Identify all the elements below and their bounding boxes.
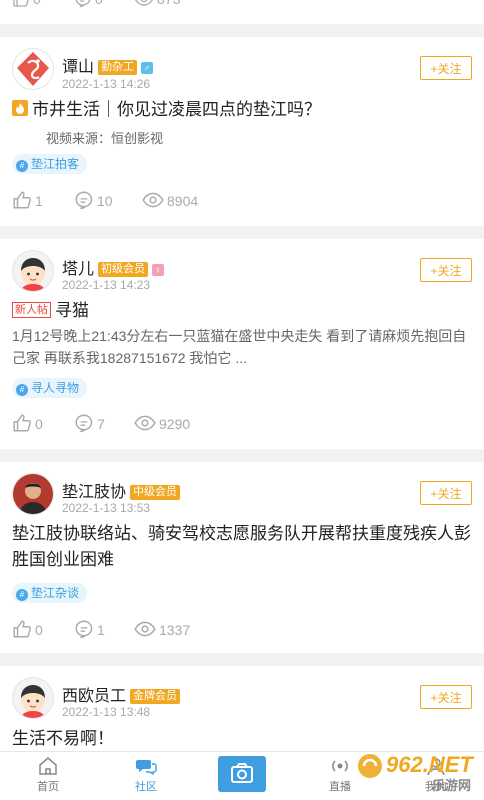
- chat-bubbles-icon: [136, 760, 157, 776]
- fire-icon: [12, 100, 28, 116]
- thumbs-up-icon: [13, 191, 31, 209]
- member-badge: 勤杂工: [98, 60, 138, 75]
- site-watermark: 962.NET 乐游网: [356, 746, 480, 794]
- post-date: 2022-1-13 13:48: [62, 705, 151, 719]
- comment-icon: [75, 414, 93, 433]
- camera-button[interactable]: [218, 756, 266, 792]
- hash-icon: #: [16, 160, 28, 172]
- comment-stat[interactable]: 1: [74, 619, 105, 639]
- new-post-badge: 新人帖: [12, 302, 51, 318]
- thumbs-up-icon: [13, 0, 29, 7]
- author-line: 塔儿 初级会员 ♀: [62, 255, 165, 279]
- view-stat: 1337: [134, 619, 190, 639]
- view-stat: 873: [134, 0, 180, 8]
- hash-icon: #: [16, 589, 28, 601]
- svg-text:962.NET: 962.NET: [386, 752, 474, 777]
- eye-icon: [134, 621, 156, 637]
- svg-text:乐游网: 乐游网: [432, 778, 471, 794]
- post-title[interactable]: 垫江肢协联络站、骑安驾校志愿服务队开展帮扶重度残疾人彭胜国创业困难: [12, 521, 472, 573]
- avatar[interactable]: [12, 250, 54, 292]
- comment-icon: [75, 0, 91, 8]
- eye-icon: [134, 0, 154, 6]
- post-date: 2022-1-13 13:53: [62, 501, 151, 515]
- like-stat[interactable]: 1: [12, 190, 43, 210]
- author-name[interactable]: 塔儿: [62, 261, 94, 278]
- hash-icon: #: [16, 384, 28, 396]
- author-line: 垫江肢协 中级会员: [62, 478, 181, 502]
- topic-tag[interactable]: # 垫江杂谈: [12, 583, 88, 603]
- author-line: 谭山 勤杂工 ♂: [62, 53, 154, 77]
- comment-icon: [75, 620, 93, 639]
- watermark-logo: 962.NET 乐游网: [358, 752, 474, 794]
- home-icon: [39, 757, 57, 775]
- male-icon: ♂: [141, 62, 154, 74]
- like-stat[interactable]: 0: [12, 619, 43, 639]
- author-name[interactable]: 垫江肢协: [62, 484, 126, 501]
- post-title[interactable]: 市井生活｜你见过凌晨四点的垫江吗？: [12, 97, 472, 123]
- like-stat[interactable]: 0: [12, 0, 41, 8]
- like-stat[interactable]: 0: [12, 413, 43, 433]
- post-excerpt[interactable]: 1月12号晚上21:43分左右一只蓝猫在盛世中央走失 看到了请麻烦先抱回自己家 …: [12, 325, 472, 369]
- logo-avatar-icon: [17, 52, 49, 86]
- follow-button[interactable]: +关注: [420, 258, 472, 282]
- topic-tag[interactable]: # 垫江拍客: [12, 154, 88, 174]
- avatar[interactable]: [12, 473, 54, 515]
- comment-stat[interactable]: 7: [74, 413, 105, 433]
- eye-icon: [134, 415, 156, 431]
- comment-stat[interactable]: 10: [74, 190, 113, 210]
- view-stat: 8904: [142, 190, 198, 210]
- comment-icon: [75, 191, 93, 210]
- member-badge: 中级会员: [130, 485, 181, 500]
- author-line: 西欧员工 金牌会员: [62, 682, 181, 706]
- photo-avatar-icon: [13, 474, 53, 514]
- comment-stat[interactable]: 0: [74, 0, 103, 8]
- avatar[interactable]: [12, 48, 54, 90]
- avatar[interactable]: [12, 677, 54, 719]
- cartoon-avatar-icon: [21, 258, 45, 291]
- tab-home[interactable]: 首页: [18, 756, 78, 794]
- thumbs-up-icon: [13, 620, 31, 638]
- author-name[interactable]: 谭山: [62, 59, 94, 76]
- post-card[interactable]: 谭山 勤杂工 ♂ 2022-1-13 14:26 +关注 市井生活｜你见过凌晨四点的…: [0, 37, 484, 226]
- member-badge: 初级会员: [98, 262, 149, 277]
- live-broadcast-icon: [332, 760, 348, 772]
- eye-icon: [142, 192, 164, 208]
- member-badge: 金牌会员: [130, 689, 181, 704]
- post-subtitle: 视频来源：恒创影视: [46, 131, 164, 146]
- post-title[interactable]: 新人帖 寻猫: [12, 298, 472, 324]
- post-card[interactable]: 垫江肢协 中级会员 2022-1-13 13:53 +关注 垫江肢协联络站、骑安驾…: [0, 462, 484, 653]
- view-stat: 9290: [134, 413, 190, 433]
- post-card[interactable]: 西欧员工 金牌会员 2022-1-13 13:48 +关注 生活不易啊！: [0, 666, 484, 756]
- tab-community[interactable]: 社区: [116, 756, 176, 794]
- follow-button[interactable]: +关注: [420, 481, 472, 505]
- camera-icon: [231, 763, 253, 783]
- previous-post-stats: 0 0 873: [0, 0, 484, 24]
- cartoon-avatar-icon: [21, 685, 45, 718]
- post-date: 2022-1-13 14:23: [62, 278, 151, 292]
- female-icon: ♀: [152, 264, 165, 276]
- follow-button[interactable]: +关注: [420, 56, 472, 80]
- topic-tag[interactable]: # 寻人寻物: [12, 378, 88, 398]
- thumbs-up-icon: [13, 414, 31, 432]
- author-name[interactable]: 西欧员工: [62, 688, 126, 705]
- follow-button[interactable]: +关注: [420, 685, 472, 709]
- post-card[interactable]: 塔儿 初级会员 ♀ 2022-1-13 14:23 +关注 新人帖 寻猫 1月12号晚…: [0, 239, 484, 449]
- post-date: 2022-1-13 14:26: [62, 77, 151, 91]
